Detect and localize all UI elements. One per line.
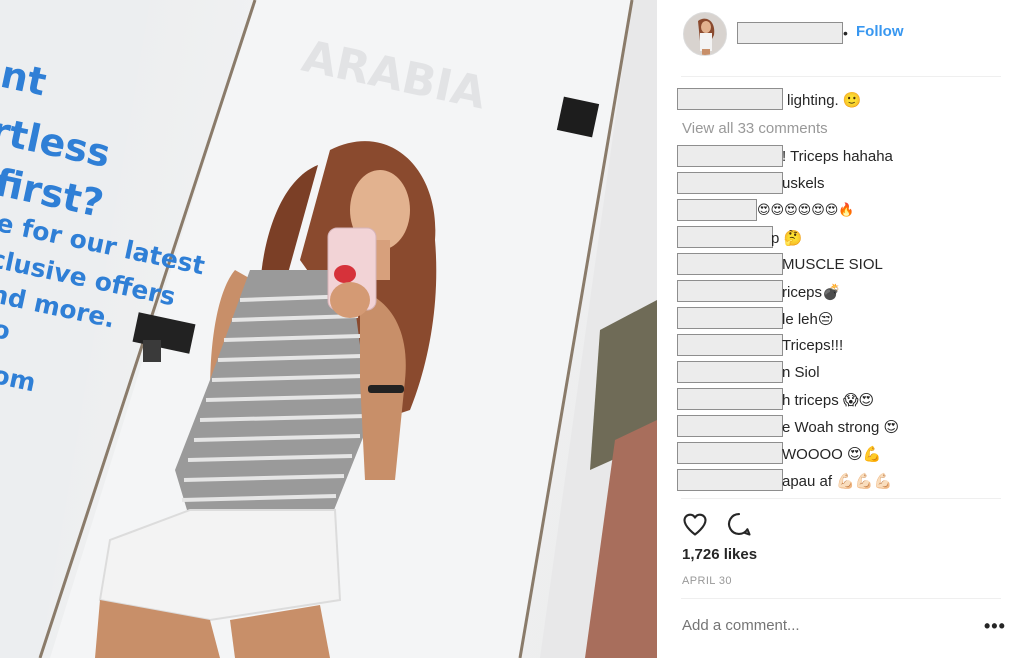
comment-row: MUSCLE SIOL [677, 253, 1007, 277]
comment-text: 😍😍😍😍😍😍🔥 [757, 202, 855, 217]
wall-text-line-1: nt [0, 52, 51, 105]
more-icon[interactable]: ••• [984, 616, 1006, 637]
follow-button[interactable]: Follow [856, 23, 904, 40]
header-divider [681, 76, 1001, 77]
comment-username-redacted[interactable] [677, 199, 757, 221]
comment-username-redacted[interactable] [677, 172, 783, 194]
comment-username-redacted[interactable] [677, 442, 783, 464]
view-all-comments-link[interactable]: View all 33 comments [682, 120, 828, 137]
comment-row: h triceps 😱😍 [677, 388, 1007, 412]
comments-list[interactable]: lighting. 🙂 View all 33 comments ! Trice… [657, 86, 1024, 498]
comments-divider [681, 498, 1001, 499]
username-redacted[interactable] [737, 22, 843, 44]
avatar[interactable] [683, 12, 727, 56]
comment-row: WOOOO 😍💪 [677, 442, 1007, 466]
comment-row: ! Triceps hahaha [677, 145, 1007, 169]
likes-count[interactable]: 1,726 likes [682, 546, 757, 563]
comment-text: n Siol [782, 364, 820, 381]
comment-row: 😍😍😍😍😍😍🔥 [677, 199, 1007, 223]
comment-text: Triceps!!! [782, 337, 844, 354]
comment-username-redacted[interactable] [677, 361, 783, 383]
comment-text: e Woah strong 😍 [782, 419, 900, 436]
comment-username-redacted[interactable] [677, 334, 783, 356]
comment-text: le leh😒 [782, 311, 834, 328]
avatar-image [684, 13, 726, 55]
post-sidebar: • Follow lighting. 🙂 View all 33 comment… [657, 0, 1024, 658]
comment-username-redacted[interactable] [677, 415, 783, 437]
caption-row: lighting. 🙂 [677, 88, 1007, 112]
comment-text: apau af 💪🏻💪🏻💪🏻 [782, 473, 893, 490]
comment-username-redacted[interactable] [677, 226, 773, 248]
comment-text: uskels [782, 175, 825, 192]
comment-icon[interactable] [725, 510, 753, 538]
comment-row: p 🤔 [677, 226, 1007, 250]
header-separator: • [843, 25, 848, 41]
comment-username-redacted[interactable] [677, 307, 783, 329]
comment-row: le leh😒 [677, 307, 1007, 331]
comment-text: h triceps 😱😍 [782, 392, 875, 409]
comment-username-redacted[interactable] [677, 469, 783, 491]
comment-row: uskels [677, 172, 1007, 196]
comment-text: p 🤔 [771, 230, 803, 247]
comment-username-redacted[interactable] [677, 253, 783, 275]
add-comment-input[interactable] [682, 617, 962, 634]
comment-username-redacted[interactable] [677, 280, 783, 302]
comment-username-redacted[interactable] [677, 388, 783, 410]
post-date[interactable]: APRIL 30 [682, 575, 732, 587]
comment-text: WOOOO 😍💪 [782, 446, 882, 463]
post-actions [681, 510, 781, 538]
comment-text: riceps💣 [782, 284, 841, 301]
comment-box-divider [681, 598, 1001, 599]
comment-row: e Woah strong 😍 [677, 415, 1007, 439]
caption-username-redacted[interactable] [677, 88, 783, 110]
post-header: • Follow [657, 0, 1024, 76]
comment-text: ! Triceps hahaha [782, 148, 893, 165]
comment-username-redacted[interactable] [677, 145, 783, 167]
heart-icon[interactable] [681, 510, 709, 538]
comment-row: riceps💣 [677, 280, 1007, 304]
comment-row: Triceps!!! [677, 334, 1007, 358]
comment-text: MUSCLE SIOL [782, 256, 883, 273]
caption-text: lighting. 🙂 [787, 92, 862, 109]
comment-row: apau af 💪🏻💪🏻💪🏻 [677, 469, 1007, 493]
comment-row: n Siol [677, 361, 1007, 385]
post-photo[interactable]: ARABIA nt rtless first? e for our latest… [0, 0, 657, 658]
